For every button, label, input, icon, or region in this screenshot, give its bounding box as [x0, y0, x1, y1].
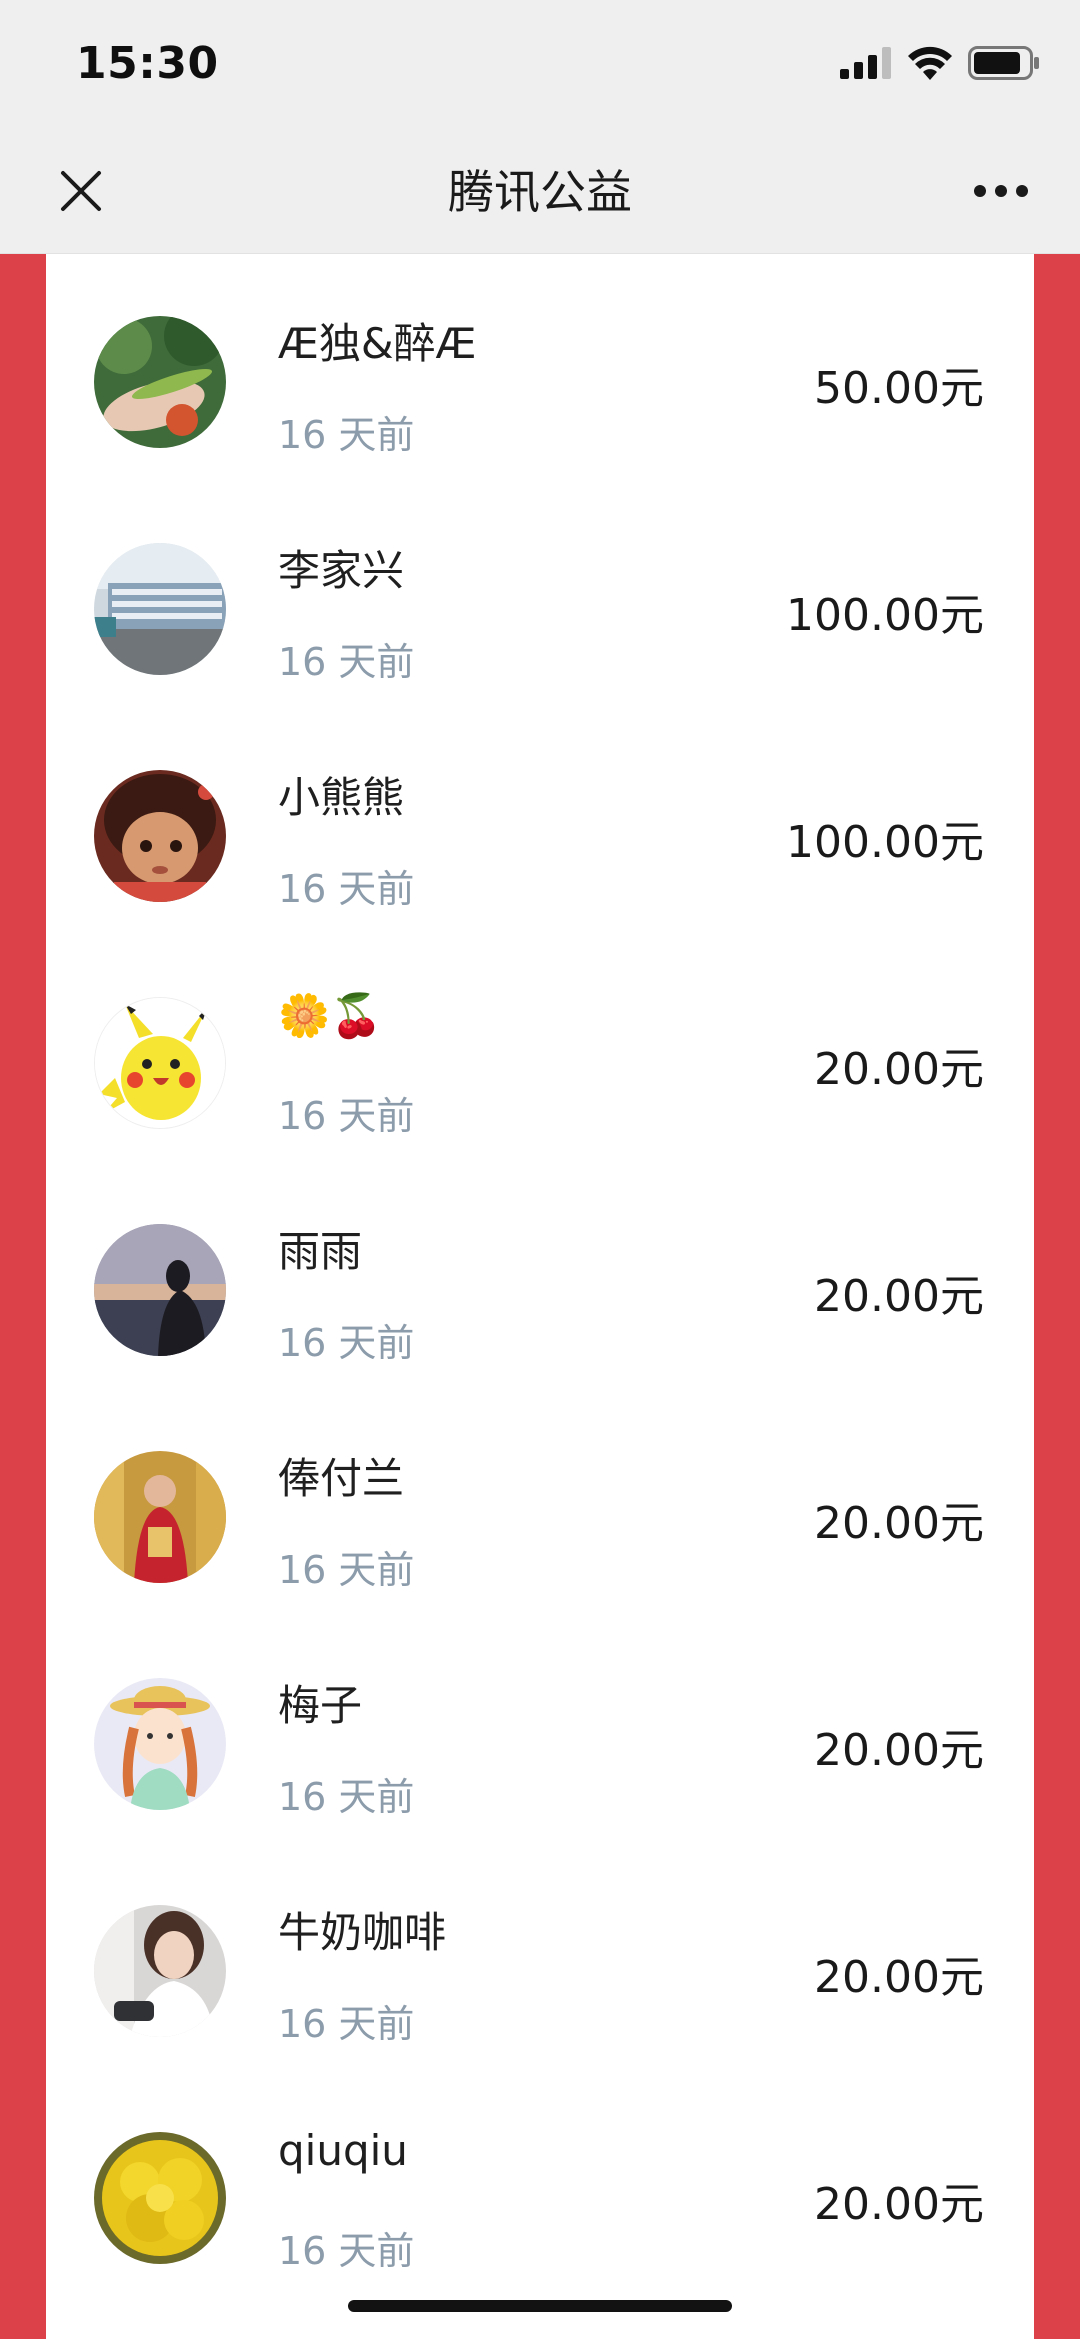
- donor-avatar: [94, 316, 226, 448]
- donor-list: Æ独&醉Æ 16 天前 50.00元 李家兴 16 天前 100.00元 小熊熊…: [46, 254, 1034, 2339]
- donor-name: 牛奶咖啡: [278, 1908, 447, 1957]
- donor-avatar: [94, 1451, 226, 1583]
- donor-avatar: [94, 1224, 226, 1356]
- donor-name: 🌼🍒: [278, 991, 383, 1040]
- more-icon: [974, 185, 1028, 197]
- donor-avatar: [94, 1678, 226, 1810]
- nav-bar: 腾讯公益: [0, 130, 1080, 253]
- donor-name: 俸付兰: [278, 1454, 405, 1503]
- donor-avatar: [94, 2132, 226, 2264]
- donation-amount: 20.00元: [814, 1725, 984, 1776]
- donation-amount: 20.00元: [814, 1044, 984, 1095]
- donor-row[interactable]: 🌼🍒 16 天前 20.00元: [46, 935, 1034, 1162]
- donor-name: 雨雨: [278, 1227, 363, 1276]
- donation-time: 16 天前: [278, 2229, 415, 2273]
- donation-time: 16 天前: [278, 640, 415, 684]
- status-icons: [840, 46, 1040, 84]
- donation-time: 16 天前: [278, 1094, 415, 1138]
- donation-amount: 20.00元: [814, 1952, 984, 2003]
- donation-amount: 100.00元: [786, 817, 984, 868]
- home-indicator: [348, 2300, 732, 2312]
- donor-name: 梅子: [278, 1681, 363, 1730]
- donation-time: 16 天前: [278, 1775, 415, 1819]
- wifi-icon: [908, 46, 952, 84]
- donor-avatar: [94, 1905, 226, 2037]
- top-bar: 15:30 腾讯公益: [0, 0, 1080, 254]
- donor-avatar: [94, 770, 226, 902]
- battery-icon: [968, 46, 1040, 84]
- donor-name: Æ独&醉Æ: [278, 319, 477, 368]
- donor-row[interactable]: Æ独&醉Æ 16 天前 50.00元: [46, 254, 1034, 481]
- donor-name: qiuqiu: [278, 2126, 408, 2175]
- page-title: 腾讯公益: [448, 165, 632, 219]
- donation-time: 16 天前: [278, 2002, 415, 2046]
- donation-time: 16 天前: [278, 1321, 415, 1365]
- donor-row[interactable]: 李家兴 16 天前 100.00元: [46, 481, 1034, 708]
- donation-time: 16 天前: [278, 867, 415, 911]
- status-time: 15:30: [76, 38, 219, 89]
- donor-row[interactable]: 牛奶咖啡 16 天前 20.00元: [46, 1843, 1034, 2070]
- cellular-signal-icon: [840, 47, 892, 83]
- donor-row[interactable]: 梅子 16 天前 20.00元: [46, 1616, 1034, 1843]
- donation-amount: 20.00元: [814, 2179, 984, 2230]
- donation-amount: 50.00元: [814, 363, 984, 414]
- donor-row[interactable]: qiuqiu 16 天前 20.00元: [46, 2070, 1034, 2297]
- donor-name: 李家兴: [278, 546, 405, 595]
- status-bar: 15:30: [0, 0, 1080, 130]
- donation-amount: 20.00元: [814, 1271, 984, 1322]
- donor-avatar: [94, 543, 226, 675]
- donor-row[interactable]: 雨雨 16 天前 20.00元: [46, 1162, 1034, 1389]
- donation-amount: 20.00元: [814, 1498, 984, 1549]
- donor-avatar: [94, 997, 226, 1129]
- donation-time: 16 天前: [278, 1548, 415, 1592]
- donation-amount: 100.00元: [786, 590, 984, 641]
- more-button[interactable]: [966, 158, 1036, 224]
- donation-time: 16 天前: [278, 413, 415, 457]
- donor-row[interactable]: 小熊熊 16 天前 100.00元: [46, 708, 1034, 935]
- donor-name: 小熊熊: [278, 773, 405, 822]
- donor-row[interactable]: 俸付兰 16 天前 20.00元: [46, 1389, 1034, 1616]
